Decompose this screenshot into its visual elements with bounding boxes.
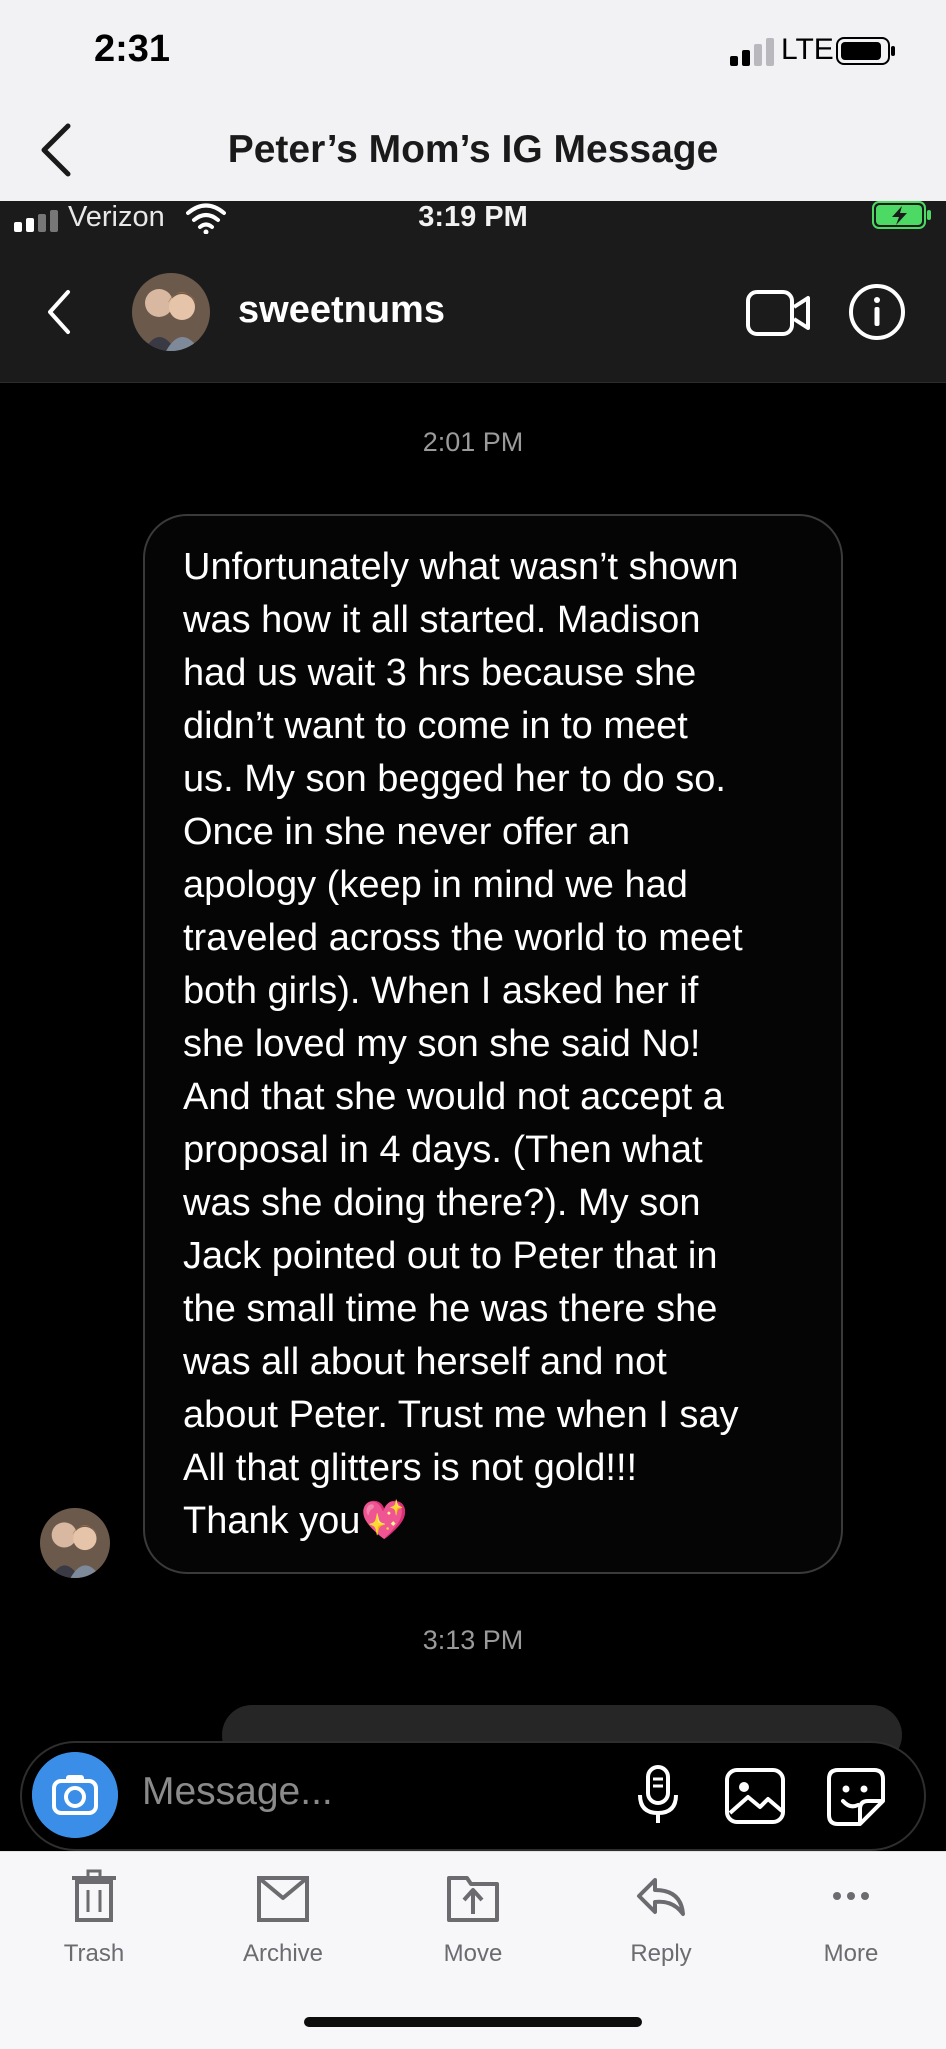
move-label: Move bbox=[443, 1940, 503, 1967]
message-line: the small time he was there she bbox=[183, 1288, 718, 1330]
ig-status-time: 3:19 PM bbox=[418, 201, 528, 233]
reply-label: Reply bbox=[630, 1940, 692, 1967]
message-line: had us wait 3 hrs because she bbox=[183, 652, 697, 694]
cellular-signal-icon bbox=[730, 38, 774, 66]
message-line: And that she would not accept a bbox=[183, 1076, 724, 1118]
trash-icon bbox=[72, 1869, 116, 1922]
received-message-bubble[interactable]: Unfortunately what wasn’t shown was how … bbox=[143, 514, 843, 1574]
trash-label: Trash bbox=[63, 1940, 125, 1967]
network-type: LTE bbox=[781, 33, 834, 66]
gallery-icon[interactable] bbox=[724, 1767, 786, 1825]
chat-username[interactable]: sweetnums bbox=[238, 289, 445, 332]
message-line: was all about herself and not bbox=[183, 1341, 667, 1383]
message-line: about Peter. Trust me when I say bbox=[183, 1394, 739, 1436]
message-timestamp: 2:01 PM bbox=[422, 427, 524, 457]
message-line: she loved my son she said No! bbox=[183, 1023, 701, 1065]
trash-button[interactable]: Trash bbox=[24, 1868, 164, 1968]
message-line: both girls). When I asked her if bbox=[183, 970, 699, 1012]
message-line: was how it all started. Madison bbox=[183, 599, 701, 641]
status-time: 2:31 bbox=[94, 28, 171, 70]
message-input[interactable]: Message... bbox=[142, 1770, 333, 1814]
more-icon bbox=[833, 1892, 869, 1900]
message-line: proposal in 4 days. (Then what bbox=[183, 1129, 703, 1171]
message-line: didn’t want to come in to meet bbox=[183, 705, 688, 747]
camera-button[interactable] bbox=[32, 1752, 118, 1838]
battery-icon bbox=[836, 37, 895, 65]
sender-avatar[interactable] bbox=[40, 1508, 110, 1578]
message-line: Thank you💖 bbox=[183, 1500, 408, 1542]
message-line: Once in she never offer an bbox=[183, 811, 631, 853]
archive-label: Archive bbox=[242, 1940, 324, 1967]
reply-button[interactable]: Reply bbox=[591, 1868, 731, 1968]
reply-icon bbox=[637, 1878, 685, 1916]
more-label: More bbox=[823, 1940, 879, 1967]
message-line: was she doing there?). My son bbox=[183, 1182, 701, 1224]
video-call-icon[interactable] bbox=[746, 289, 812, 337]
microphone-icon[interactable] bbox=[636, 1765, 680, 1827]
move-icon bbox=[447, 1876, 499, 1922]
message-line: us. My son begged her to do so. bbox=[183, 758, 726, 800]
archive-button[interactable]: Archive bbox=[213, 1868, 353, 1968]
page-title: Peter’s Mom’s IG Message bbox=[227, 128, 719, 171]
archive-icon bbox=[257, 1876, 309, 1922]
message-line: All that glitters is not gold!!! bbox=[183, 1447, 638, 1489]
ig-back-icon[interactable] bbox=[46, 289, 72, 335]
more-button[interactable]: More bbox=[781, 1868, 921, 1968]
message-line: Unfortunately what wasn’t shown bbox=[183, 546, 739, 588]
message-line: apology (keep in mind we had bbox=[183, 864, 688, 906]
move-button[interactable]: Move bbox=[403, 1868, 543, 1968]
message-timestamp: 3:13 PM bbox=[422, 1625, 524, 1655]
message-line: traveled across the world to meet bbox=[183, 917, 743, 959]
message-line: Jack pointed out to Peter that in bbox=[183, 1235, 718, 1277]
home-indicator bbox=[304, 2017, 642, 2027]
charging-battery-icon bbox=[872, 201, 931, 229]
sticker-icon[interactable] bbox=[826, 1767, 886, 1827]
profile-avatar[interactable] bbox=[132, 273, 210, 351]
info-icon[interactable] bbox=[848, 283, 906, 341]
message-attachment-screenshot: Verizon 3:19 PM sweetnums 2:01 PM Unfort… bbox=[0, 201, 946, 1851]
